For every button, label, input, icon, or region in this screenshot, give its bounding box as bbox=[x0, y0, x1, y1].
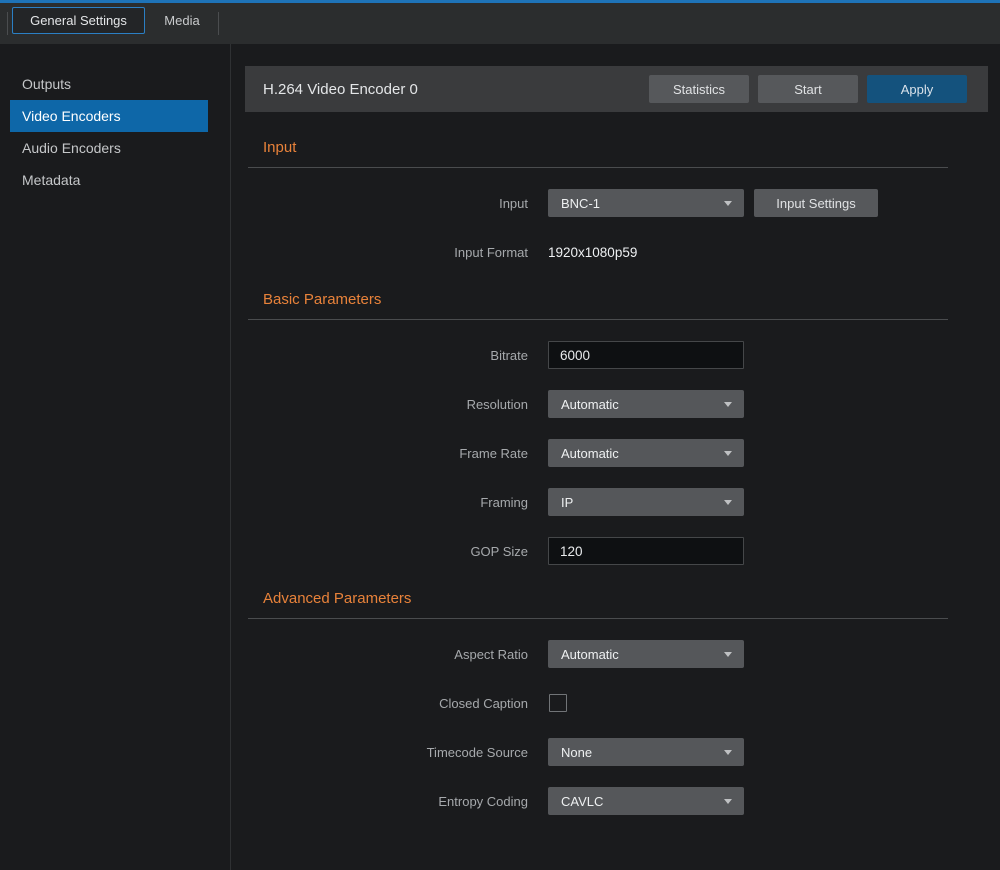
sidebar-item-metadata[interactable]: Metadata bbox=[10, 164, 208, 196]
input-source-dropdown[interactable]: BNC-1 bbox=[548, 189, 744, 217]
chevron-down-icon bbox=[724, 201, 732, 206]
frame-rate-dropdown[interactable]: Automatic bbox=[548, 439, 744, 467]
resolution-row: Resolution Automatic bbox=[248, 390, 948, 418]
encoder-panel-header: H.264 Video Encoder 0 Statistics Start A… bbox=[245, 66, 988, 112]
statistics-button[interactable]: Statistics bbox=[649, 75, 749, 103]
section-divider bbox=[248, 319, 948, 320]
settings-form: Input Input BNC-1 Input Settings Input F… bbox=[248, 140, 948, 815]
entropy-coding-label: Entropy Coding bbox=[248, 794, 528, 809]
section-advanced-parameters: Advanced Parameters Aspect Ratio Automat… bbox=[248, 591, 948, 815]
aspect-ratio-row: Aspect Ratio Automatic bbox=[248, 640, 948, 668]
dropdown-value: Automatic bbox=[561, 647, 619, 662]
section-input: Input Input BNC-1 Input Settings Input F… bbox=[248, 140, 948, 266]
closed-caption-label: Closed Caption bbox=[248, 696, 528, 711]
tab-media[interactable]: Media bbox=[146, 7, 218, 34]
bitrate-input[interactable] bbox=[548, 341, 744, 369]
bitrate-label: Bitrate bbox=[248, 348, 528, 363]
input-row: Input BNC-1 Input Settings bbox=[248, 189, 948, 217]
frame-rate-label: Frame Rate bbox=[248, 446, 528, 461]
apply-button[interactable]: Apply bbox=[867, 75, 967, 103]
framing-label: Framing bbox=[248, 495, 528, 510]
timecode-source-row: Timecode Source None bbox=[248, 738, 948, 766]
section-divider bbox=[248, 167, 948, 168]
chevron-down-icon bbox=[724, 500, 732, 505]
dropdown-value: CAVLC bbox=[561, 794, 603, 809]
section-basic-parameters: Basic Parameters Bitrate Resolution Auto… bbox=[248, 292, 948, 565]
resolution-dropdown[interactable]: Automatic bbox=[548, 390, 744, 418]
dropdown-value: Automatic bbox=[561, 397, 619, 412]
entropy-coding-dropdown[interactable]: CAVLC bbox=[548, 787, 744, 815]
dropdown-value: Automatic bbox=[561, 446, 619, 461]
chevron-down-icon bbox=[724, 402, 732, 407]
input-format-row: Input Format 1920x1080p59 bbox=[248, 238, 948, 266]
section-title: Basic Parameters bbox=[263, 292, 948, 308]
bitrate-row: Bitrate bbox=[248, 341, 948, 369]
tab-separator bbox=[7, 12, 8, 35]
aspect-ratio-label: Aspect Ratio bbox=[248, 647, 528, 662]
input-settings-button[interactable]: Input Settings bbox=[754, 189, 878, 217]
entropy-coding-row: Entropy Coding CAVLC bbox=[248, 787, 948, 815]
sidebar-item-audio-encoders[interactable]: Audio Encoders bbox=[10, 132, 208, 164]
tab-separator bbox=[218, 12, 219, 35]
closed-caption-checkbox[interactable] bbox=[549, 694, 567, 712]
gop-size-label: GOP Size bbox=[248, 544, 528, 559]
sidebar-divider bbox=[230, 44, 231, 870]
dropdown-value: None bbox=[561, 745, 592, 760]
section-divider bbox=[248, 618, 948, 619]
input-format-label: Input Format bbox=[248, 245, 528, 260]
section-title: Input bbox=[263, 140, 948, 156]
closed-caption-row: Closed Caption bbox=[248, 689, 948, 717]
dropdown-value: BNC-1 bbox=[561, 196, 600, 211]
chevron-down-icon bbox=[724, 799, 732, 804]
gop-size-row: GOP Size bbox=[248, 537, 948, 565]
framing-row: Framing IP bbox=[248, 488, 948, 516]
framing-dropdown[interactable]: IP bbox=[548, 488, 744, 516]
chevron-down-icon bbox=[724, 652, 732, 657]
dropdown-value: IP bbox=[561, 495, 573, 510]
section-title: Advanced Parameters bbox=[263, 591, 948, 607]
frame-rate-row: Frame Rate Automatic bbox=[248, 439, 948, 467]
tab-general-settings[interactable]: General Settings bbox=[12, 7, 145, 34]
gop-size-input[interactable] bbox=[548, 537, 744, 565]
timecode-source-dropdown[interactable]: None bbox=[548, 738, 744, 766]
top-tab-bar: General Settings Media bbox=[0, 3, 1000, 44]
chevron-down-icon bbox=[724, 451, 732, 456]
start-button[interactable]: Start bbox=[758, 75, 858, 103]
chevron-down-icon bbox=[724, 750, 732, 755]
input-format-value: 1920x1080p59 bbox=[548, 245, 637, 260]
sidebar-item-outputs[interactable]: Outputs bbox=[10, 68, 208, 100]
sidebar: Outputs Video Encoders Audio Encoders Me… bbox=[0, 44, 230, 870]
input-label: Input bbox=[248, 196, 528, 211]
sidebar-item-video-encoders[interactable]: Video Encoders bbox=[10, 100, 208, 132]
timecode-source-label: Timecode Source bbox=[248, 745, 528, 760]
aspect-ratio-dropdown[interactable]: Automatic bbox=[548, 640, 744, 668]
page-title: H.264 Video Encoder 0 bbox=[263, 81, 640, 98]
resolution-label: Resolution bbox=[248, 397, 528, 412]
